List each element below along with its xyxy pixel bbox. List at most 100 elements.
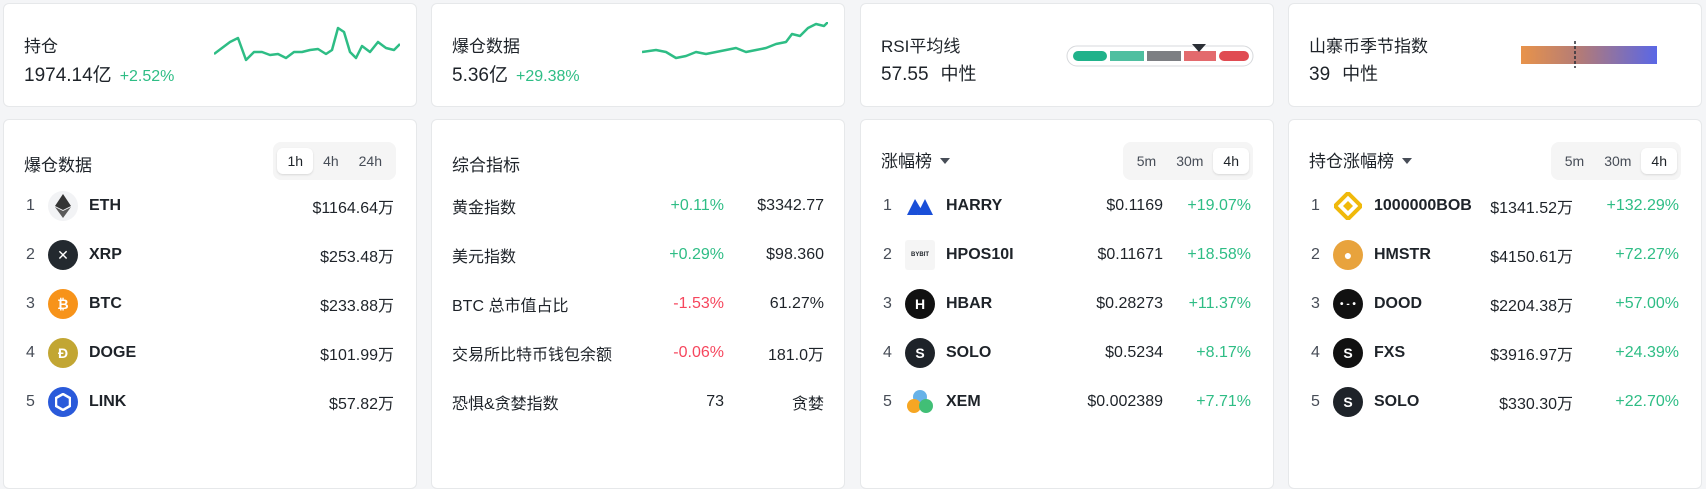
change: +18.58% [1187, 246, 1251, 263]
indicator-value: 61.27% [769, 295, 824, 312]
list-item[interactable]: 2 ● HMSTR $4150.61万 +72.27% [1289, 235, 1701, 275]
liquidation-panel-title: 爆仓数据 [24, 156, 92, 175]
list-item[interactable]: 5 XEM $0.002389 +7.71% [861, 382, 1273, 422]
symbol: DOGE [89, 344, 137, 361]
amount: $4150.61万 [1490, 249, 1573, 266]
altseason-value: 39 [1309, 64, 1331, 85]
timeframe-5m[interactable]: 5m [1127, 148, 1166, 174]
symbol: FXS [1374, 344, 1406, 361]
symbol: HPOS10I [946, 246, 1014, 263]
gainers-title-text: 涨幅榜 [881, 152, 932, 171]
liquidation-change: +29.38% [515, 68, 580, 85]
change: +57.00% [1615, 295, 1679, 312]
fxs-icon: S [1333, 338, 1363, 368]
list-item[interactable]: 2 BYBIT HPOS10I $0.11671 +18.58% [861, 235, 1273, 275]
rsi-segment-3 [1147, 51, 1181, 61]
symbol: HARRY [946, 197, 1003, 214]
rsi-segment-2 [1110, 51, 1144, 61]
symbol: ETH [89, 197, 121, 214]
rsi-card[interactable]: RSI平均线 57.55 中性 [860, 3, 1274, 107]
liquidation-panel: 爆仓数据 1h 4h 24h 1 ETH $1164.64万 2 ✕ XRP $… [3, 119, 417, 489]
timeframe-4h[interactable]: 4h [313, 148, 349, 174]
indicator-change: -0.06% [673, 344, 724, 361]
rank: 3 [26, 295, 35, 312]
indicator-row[interactable]: 交易所比特币钱包余额 -0.06% 181.0万 [432, 333, 844, 373]
indicator-name: BTC 总市值占比 [452, 298, 569, 315]
change: +132.29% [1606, 197, 1679, 214]
price: $0.28273 [1096, 295, 1163, 312]
amount: $253.48万 [320, 249, 394, 266]
list-item[interactable]: 3 H HBAR $0.28273 +11.37% [861, 284, 1273, 324]
indicator-value: 贪婪 [791, 396, 824, 413]
list-item[interactable]: 4 Ð DOGE $101.99万 [4, 333, 416, 373]
composite-panel: 综合指标 黄金指数 +0.11% $3342.77 美元指数 +0.29% $9… [431, 119, 845, 489]
gainers-panel-title[interactable]: 涨幅榜 [881, 147, 950, 172]
symbol: LINK [89, 393, 127, 410]
change: +24.39% [1615, 344, 1679, 361]
list-item[interactable]: 2 ✕ XRP $253.48万 [4, 235, 416, 275]
rank: 2 [1311, 246, 1320, 263]
liquidation-sparkline [642, 22, 828, 60]
indicator-row[interactable]: 恐惧&贪婪指数 73 贪婪 [432, 382, 844, 422]
rsi-segment-4 [1184, 51, 1216, 61]
altseason-status: 中性 [1342, 64, 1379, 84]
oi-gainers-panel-title[interactable]: 持仓涨幅榜 [1309, 147, 1412, 172]
indicator-value: 181.0万 [767, 347, 824, 364]
rsi-title: RSI平均线 [881, 37, 961, 56]
list-item[interactable]: 4 S SOLO $0.5234 +8.17% [861, 333, 1273, 373]
symbol: 1000000BOB [1374, 197, 1472, 214]
price: $0.002389 [1087, 393, 1163, 410]
list-item[interactable]: 1 ETH $1164.64万 [4, 186, 416, 226]
composite-panel-title: 综合指标 [452, 156, 520, 175]
open-interest-title: 持仓 [24, 37, 58, 56]
list-item[interactable]: 5 LINK $57.82万 [4, 382, 416, 422]
liquidation-value-line: 5.36亿 +29.38% [452, 60, 580, 87]
open-interest-sparkline [214, 26, 400, 62]
symbol: XRP [89, 246, 122, 263]
indicator-row[interactable]: 黄金指数 +0.11% $3342.77 [432, 186, 844, 226]
list-item[interactable]: 3 ₿ BTC $233.88万 [4, 284, 416, 324]
altseason-card[interactable]: 山寨币季节指数 39 中性 [1288, 3, 1702, 107]
indicator-change: 73 [706, 393, 724, 410]
rank: 4 [1311, 344, 1320, 361]
oi-gainers-timeframe-selector: 5m 30m 4h [1550, 142, 1681, 180]
indicator-value: $98.360 [766, 246, 824, 263]
rank: 1 [883, 197, 892, 214]
list-item[interactable]: 1 HARRY $0.1169 +19.07% [861, 186, 1273, 226]
indicator-row[interactable]: BTC 总市值占比 -1.53% 61.27% [432, 284, 844, 324]
rank: 5 [26, 393, 35, 410]
rsi-segment-1 [1073, 51, 1107, 61]
altseason-gauge [1521, 41, 1657, 68]
list-item[interactable]: 5 S SOLO $330.30万 +22.70% [1289, 382, 1701, 422]
hbar-icon: H [905, 289, 935, 319]
symbol: HMSTR [1374, 246, 1431, 263]
open-interest-card[interactable]: 持仓 1974.14亿 +2.52% [3, 3, 417, 107]
liquidation-stat-card[interactable]: 爆仓数据 5.36亿 +29.38% [431, 3, 845, 107]
list-item[interactable]: 1 1000000BOB $1341.52万 +132.29% [1289, 186, 1701, 226]
timeframe-1h[interactable]: 1h [277, 148, 314, 174]
open-interest-value: 1974.14亿 [24, 65, 112, 86]
change: +72.27% [1615, 246, 1679, 263]
solo-icon: S [905, 338, 935, 368]
indicator-row[interactable]: 美元指数 +0.29% $98.360 [432, 235, 844, 275]
open-interest-value-line: 1974.14亿 +2.52% [24, 60, 174, 87]
hmstr-icon: ● [1333, 240, 1363, 270]
timeframe-30m[interactable]: 30m [1594, 148, 1641, 174]
timeframe-5m[interactable]: 5m [1555, 148, 1594, 174]
change: +7.71% [1196, 393, 1251, 410]
bob-icon [1333, 191, 1363, 221]
timeframe-4h[interactable]: 4h [1641, 148, 1677, 174]
timeframe-4h[interactable]: 4h [1213, 148, 1249, 174]
btc-icon: ₿ [48, 289, 78, 319]
indicator-name: 恐惧&贪婪指数 [452, 396, 559, 413]
symbol: SOLO [1374, 393, 1420, 410]
list-item[interactable]: 4 S FXS $3916.97万 +24.39% [1289, 333, 1701, 373]
timeframe-30m[interactable]: 30m [1166, 148, 1213, 174]
list-item[interactable]: 3 • - • DOOD $2204.38万 +57.00% [1289, 284, 1701, 324]
timeframe-24h[interactable]: 24h [349, 148, 392, 174]
indicator-change: +0.29% [669, 246, 724, 263]
liquidation-value: 5.36亿 [452, 65, 508, 86]
rsi-gauge [1066, 44, 1254, 67]
rank: 5 [1311, 393, 1320, 410]
amount: $3916.97万 [1490, 347, 1573, 364]
